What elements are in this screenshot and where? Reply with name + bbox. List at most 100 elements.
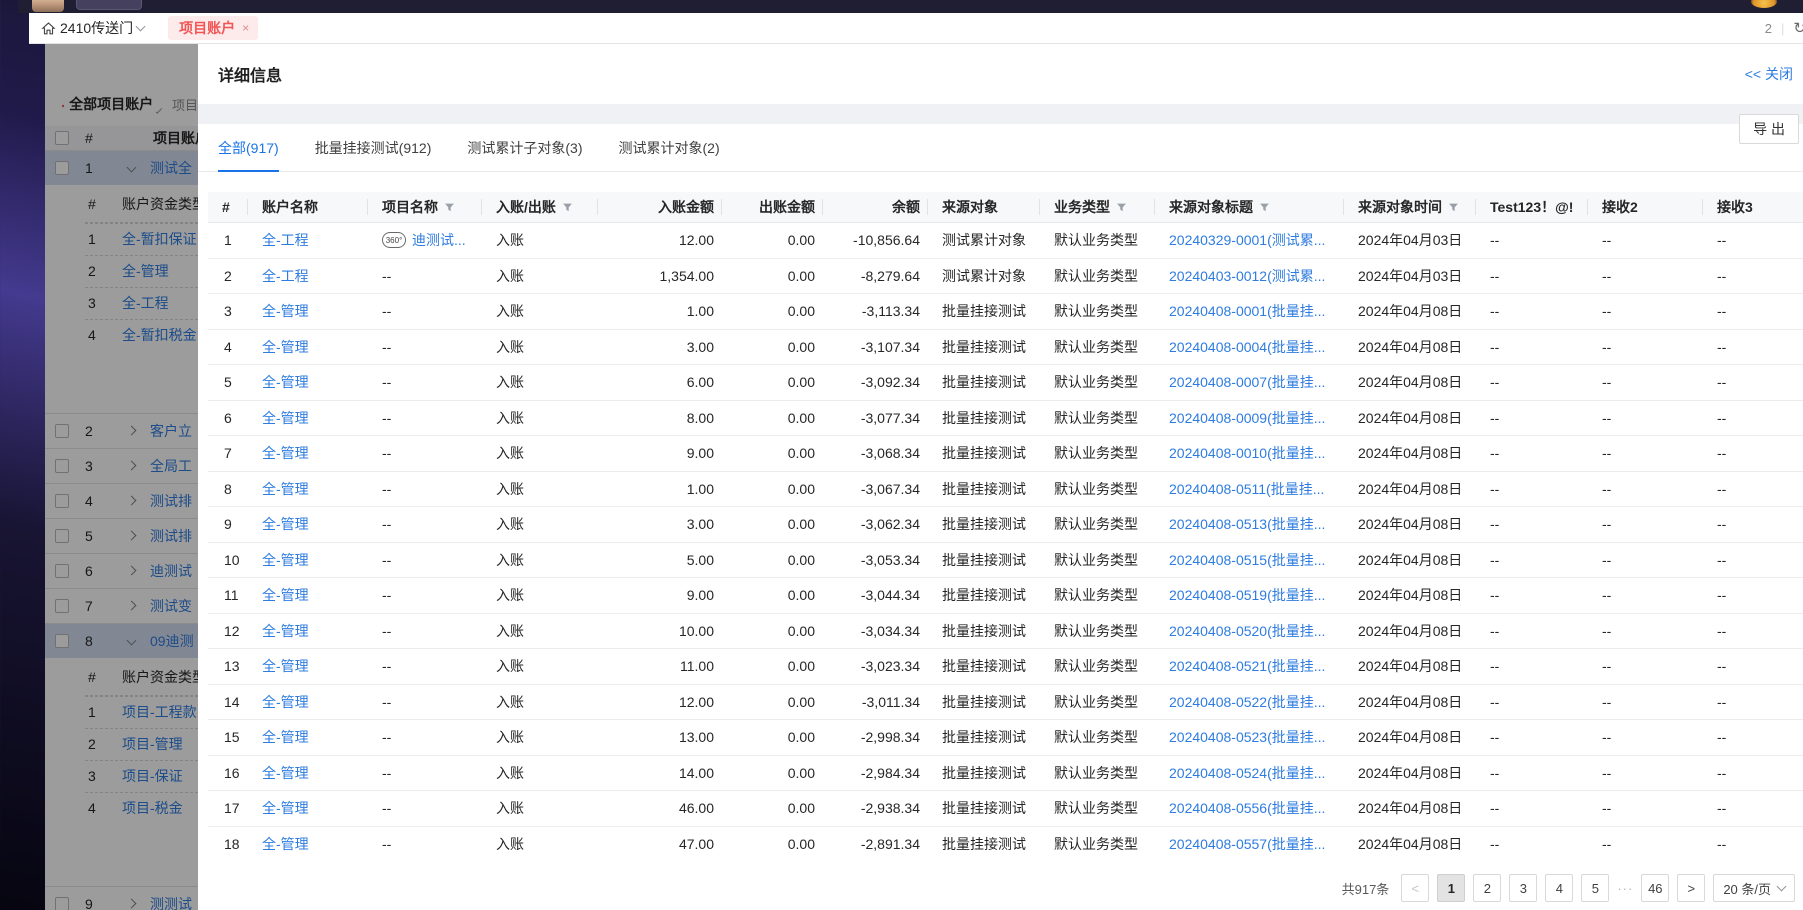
cell-link[interactable]: 全-管理 [262,408,309,428]
cell-link[interactable]: 全-工程 [262,230,309,250]
cell-link[interactable]: 20240408-0524(批量挂... [1169,763,1325,783]
cell-link[interactable]: 全-管理 [262,763,309,783]
cell-text: 批量挂接测试 [942,585,1026,605]
cell-amount_out: 0.00 [722,685,823,720]
cell-link[interactable]: 20240408-0511(批量挂... [1169,479,1324,499]
page-button-3[interactable]: 3 [1509,874,1537,902]
cell-text: 测试累计对象 [942,230,1026,250]
cell-link[interactable]: 20240408-0520(批量挂... [1169,621,1325,641]
cell-amount_in: 11.00 [598,649,722,684]
cell-link[interactable]: 全-管理 [262,550,309,570]
cell-link[interactable]: 全-管理 [262,337,309,357]
cell-link[interactable]: 全-管理 [262,692,309,712]
cell-link[interactable]: 20240408-0515(批量挂... [1169,550,1325,570]
page-size-select[interactable]: 20 条/页 [1713,874,1795,902]
cell-link[interactable]: 20240408-0557(批量挂... [1169,834,1325,854]
cell-text: 0.00 [788,232,815,248]
prev-page-button[interactable]: < [1401,874,1429,902]
column-label: 入账金额 [658,197,714,217]
table-row: 6全-管理--入账8.000.00-3,077.34批量挂接测试默认业务类型20… [208,401,1803,437]
next-page-button[interactable]: > [1677,874,1705,902]
filter-icon[interactable] [1116,202,1127,213]
cell-link[interactable]: 20240403-0012(测试累... [1169,266,1325,286]
cell-link[interactable]: 全-工程 [262,266,309,286]
cell-text: -- [1490,516,1499,532]
cell-link[interactable]: 全-管理 [262,372,309,392]
cell-test123: -- [1476,543,1588,578]
cell-direction: 入账 [482,223,598,258]
cell-text: 入账 [496,656,524,676]
cell-link[interactable]: 20240408-0010(批量挂... [1169,443,1325,463]
close-icon[interactable]: × [242,21,249,35]
cell-text: 2024年04月08日 [1358,514,1462,534]
cell-text: -- [1717,765,1726,781]
detail-tab-2[interactable]: 测试累计子对象(3) [467,124,582,171]
cell-test123: -- [1476,507,1588,542]
cell-idx: 1 [208,223,248,258]
page-button-2[interactable]: 2 [1473,874,1501,902]
cell-link[interactable]: 20240408-0007(批量挂... [1169,372,1325,392]
cell-text: -- [1490,658,1499,674]
page-button-5[interactable]: 5 [1581,874,1609,902]
cell-link[interactable]: 全-管理 [262,479,309,499]
chevron-down-icon [1777,882,1787,892]
detail-tab-0[interactable]: 全部(917) [218,124,279,171]
home-menu-label: 2410传送门 [60,18,133,38]
filter-icon[interactable] [1448,202,1459,213]
cell-link[interactable]: 全-管理 [262,585,309,605]
filter-icon[interactable] [562,202,573,213]
close-panel-link[interactable]: << 关闭 [1745,64,1793,84]
cell-idx: 10 [208,543,248,578]
cell-link[interactable]: 全-管理 [262,834,309,854]
filter-icon[interactable] [444,202,455,213]
cell-direction: 入账 [482,614,598,649]
cell-text: -- [1717,516,1726,532]
page-button-1[interactable]: 1 [1437,874,1465,902]
cell-recv3: -- [1703,365,1798,400]
cell-source: 批量挂接测试 [928,543,1040,578]
cell-link[interactable]: 20240408-0556(批量挂... [1169,798,1325,818]
cell-link[interactable]: 20240408-0519(批量挂... [1169,585,1325,605]
cell-recv3: -- [1703,543,1798,578]
cell-link[interactable]: 全-管理 [262,301,309,321]
cell-link[interactable]: 20240408-0004(批量挂... [1169,337,1325,357]
cell-link[interactable]: 全-管理 [262,443,309,463]
cell-link[interactable]: 20240408-0513(批量挂... [1169,514,1325,534]
cell-text: 批量挂接测试 [942,727,1026,747]
cell-link[interactable]: 20240408-0009(批量挂... [1169,408,1325,428]
cell-link[interactable]: 20240408-0522(批量挂... [1169,692,1325,712]
tab-project-account[interactable]: 项目账户 × [168,16,258,40]
cell-link[interactable]: 迪测试... [412,230,466,250]
column-label: 接收2 [1602,197,1638,217]
cell-text: 默认业务类型 [1054,514,1138,534]
topbar-search-pill[interactable] [76,0,142,10]
cell-link[interactable]: 全-管理 [262,727,309,747]
cell-source_date: 2024年04月08日 [1344,578,1476,613]
cell-text: 批量挂接测试 [942,834,1026,854]
cell-link[interactable]: 20240408-0521(批量挂... [1169,656,1325,676]
cell-link[interactable]: 全-管理 [262,798,309,818]
home-menu[interactable]: 2410传送门 [41,18,144,38]
detail-table: #账户名称项目名称入账/出账入账金额出账金额余额来源对象业务类型来源对象标题来源… [208,192,1803,858]
filter-icon[interactable] [1259,202,1270,213]
detail-tab-3[interactable]: 测试累计对象(2) [619,124,720,171]
cell-amount_in: 1.00 [598,294,722,329]
cell-link[interactable]: 20240408-0523(批量挂... [1169,727,1325,747]
cell-text: 入账 [496,550,524,570]
avatar[interactable] [32,0,64,12]
cell-link[interactable]: 20240408-0001(批量挂... [1169,301,1325,321]
cell-source_title: 20240408-0522(批量挂... [1155,685,1344,720]
cell-link[interactable]: 全-管理 [262,514,309,534]
cell-link[interactable]: 20240329-0001(测试累... [1169,230,1325,250]
detail-tab-1[interactable]: 批量挂接测试(912) [315,124,432,171]
cell-source: 批量挂接测试 [928,791,1040,826]
cell-link[interactable]: 全-管理 [262,656,309,676]
page-button-46[interactable]: 46 [1641,874,1669,902]
cell-source_date: 2024年04月08日 [1344,685,1476,720]
export-button[interactable]: 导 出 [1739,114,1799,144]
cell-idx: 4 [208,330,248,365]
cell-link[interactable]: 全-管理 [262,621,309,641]
refresh-icon[interactable]: ↻ [1793,19,1803,37]
cell-text: 批量挂接测试 [942,763,1026,783]
page-button-4[interactable]: 4 [1545,874,1573,902]
